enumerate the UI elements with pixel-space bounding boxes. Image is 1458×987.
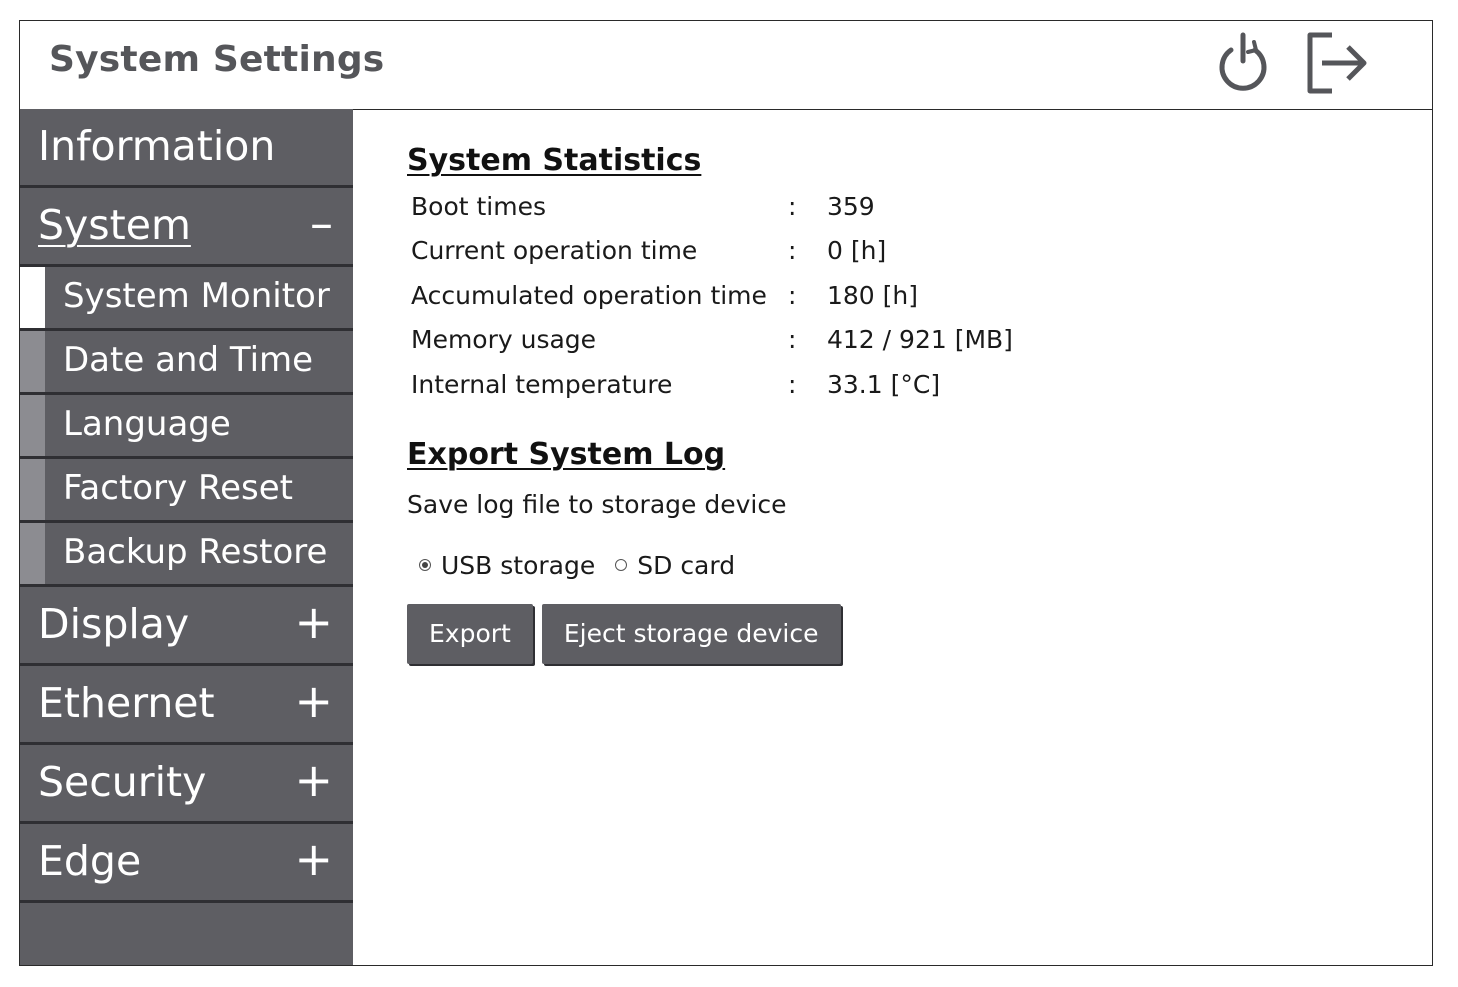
storage-radio-group: USB storage SD card (407, 551, 1013, 580)
table-row: Boot times : 359 (408, 184, 1013, 229)
sidebar-item-system[interactable]: System – (20, 188, 353, 267)
stat-value: 359 (827, 191, 875, 221)
stat-key: Memory usage (411, 325, 597, 355)
expand-icon: + (294, 832, 333, 886)
sidebar-subitem-system-monitor[interactable]: System Monitor (20, 267, 353, 331)
sidebar-item-display[interactable]: Display + (20, 587, 353, 666)
main-content: System Statistics Boot times : 359 Curre… (407, 143, 1013, 664)
stat-key: Internal temperature (411, 369, 673, 399)
section-title-export-system-log: Export System Log (407, 436, 726, 472)
table-row: Current operation time : 0 [h] (408, 229, 1013, 274)
stat-separator: : (788, 236, 797, 266)
active-indicator (20, 267, 45, 328)
table-row: Memory usage : 412 / 921 [MB] (408, 318, 1013, 363)
table-row: Internal temperature : 33.1 [°C] (408, 362, 1013, 407)
sidebar-subitem-backup-restore[interactable]: Backup Restore (20, 523, 353, 587)
subitem-indicator (20, 395, 45, 456)
sidebar-item-label: Display (38, 600, 190, 648)
stats-table: Boot times : 359 Current operation time … (408, 184, 1013, 407)
radio-label: USB storage (441, 550, 596, 580)
app-window: System Settings Information System – Sys… (19, 20, 1433, 966)
sidebar-subitem-language[interactable]: Language (20, 395, 353, 459)
power-icon[interactable] (1208, 29, 1278, 99)
stat-value: 412 / 921 [MB] (827, 325, 1013, 355)
sidebar-subitem-label: Backup Restore (63, 532, 328, 572)
sidebar-subitem-label: Date and Time (63, 340, 314, 380)
stat-value: 180 [h] (827, 280, 919, 310)
sidebar-item-edge[interactable]: Edge + (20, 824, 353, 903)
sidebar-item-label: Information (38, 122, 276, 170)
stat-key: Current operation time (411, 236, 698, 266)
sidebar-subitem-label: System Monitor (63, 276, 330, 316)
sidebar-item-label: Security (38, 758, 207, 806)
expand-icon: + (294, 595, 333, 649)
header-bar: System Settings (20, 21, 1432, 110)
sidebar-item-label: Edge (38, 837, 142, 885)
usb-storage-radio[interactable]: USB storage (407, 551, 595, 580)
stat-value: 33.1 [°C] (827, 369, 941, 399)
sidebar-item-ethernet[interactable]: Ethernet + (20, 666, 353, 745)
stat-separator: : (788, 280, 797, 310)
stat-key: Accumulated operation time (411, 280, 767, 310)
export-button-row: Export Eject storage device (407, 603, 1013, 664)
sidebar-subitem-label: Factory Reset (63, 468, 293, 508)
sidebar-item-label: Ethernet (38, 679, 215, 727)
radio-label: SD card (637, 550, 736, 580)
export-button[interactable]: Export (407, 603, 533, 664)
expand-icon: + (294, 753, 333, 807)
subitem-indicator (20, 331, 45, 392)
stat-separator: : (788, 325, 797, 355)
table-row: Accumulated operation time : 180 [h] (408, 273, 1013, 318)
radio-selected-icon (419, 559, 431, 571)
section-title-system-statistics: System Statistics (407, 143, 702, 178)
stat-key: Boot times (411, 191, 546, 221)
sd-card-radio[interactable]: SD card (595, 551, 735, 580)
stat-separator: : (788, 369, 797, 399)
stat-separator: : (788, 191, 797, 221)
expand-icon: + (294, 674, 333, 728)
subitem-indicator (20, 459, 45, 520)
radio-unselected-icon (615, 559, 628, 571)
sidebar-item-security[interactable]: Security + (20, 745, 353, 824)
export-description: Save log file to storage device (407, 489, 787, 519)
sidebar: Information System – System Monitor Date… (20, 109, 353, 965)
sidebar-subitem-factory-reset[interactable]: Factory Reset (20, 459, 353, 523)
sidebar-item-label: System (38, 201, 191, 249)
collapse-icon: – (310, 196, 333, 250)
sidebar-subitem-label: Language (63, 404, 231, 444)
page-title: System Settings (49, 39, 385, 80)
subitem-indicator (20, 523, 45, 584)
sidebar-item-information[interactable]: Information (20, 109, 353, 188)
eject-storage-button[interactable]: Eject storage device (541, 603, 841, 664)
stat-value: 0 [h] (827, 236, 887, 266)
sidebar-subitem-date-and-time[interactable]: Date and Time (20, 331, 353, 395)
logout-icon[interactable] (1302, 29, 1372, 99)
